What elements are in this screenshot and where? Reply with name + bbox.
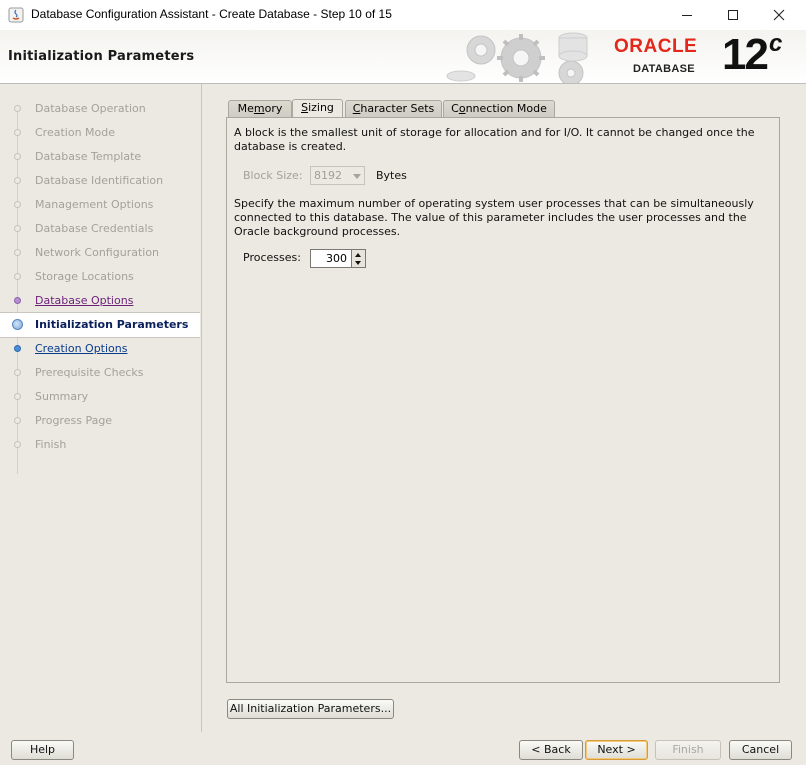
step-indicator-icon — [14, 153, 21, 160]
block-size-select[interactable]: 8192 — [310, 166, 365, 185]
spin-up-icon[interactable] — [355, 253, 361, 257]
step-indicator-icon — [12, 319, 23, 330]
title-bar: Database Configuration Assistant - Creat… — [0, 0, 806, 30]
block-size-unit: Bytes — [376, 169, 407, 182]
sidebar-step-management-options: Management Options — [0, 193, 200, 217]
sidebar-step-database-options[interactable]: Database Options — [0, 289, 200, 313]
block-size-value: 8192 — [314, 169, 342, 182]
tab-memory[interactable]: Memory — [228, 100, 292, 117]
gears-graphic — [446, 32, 588, 83]
step-label: Database Options — [35, 294, 134, 307]
maximize-button[interactable] — [710, 0, 756, 30]
step-indicator-icon — [14, 105, 21, 112]
step-indicator-icon — [14, 369, 21, 376]
step-indicator-icon — [14, 273, 21, 280]
step-label: Database Template — [35, 150, 142, 163]
step-label: Management Options — [35, 198, 154, 211]
step-label: Finish — [35, 438, 67, 451]
close-button[interactable] — [756, 0, 802, 30]
step-label: Creation Mode — [35, 126, 116, 139]
back-button[interactable]: < Back — [519, 740, 583, 760]
next-button[interactable]: Next > — [585, 740, 648, 760]
oracle-wordmark: ORACLE — [614, 36, 698, 57]
sidebar-step-creation-options[interactable]: Creation Options — [0, 337, 200, 361]
processes-description: Specify the maximum number of operating … — [234, 197, 754, 238]
version-suffix: c — [768, 30, 782, 58]
tab-connection-mode[interactable]: Connection Mode — [443, 100, 555, 117]
sidebar-step-prerequisite-checks: Prerequisite Checks — [0, 361, 200, 385]
finish-button: Finish — [655, 740, 721, 760]
spin-down-icon[interactable] — [355, 261, 361, 265]
step-label: Progress Page — [35, 414, 113, 427]
version-number: 12 — [722, 30, 769, 79]
sidebar-step-database-operation: Database Operation — [0, 97, 200, 121]
processes-stepper[interactable]: 300 — [310, 249, 366, 268]
step-label: Summary — [35, 390, 89, 403]
chevron-down-icon — [353, 174, 361, 179]
sidebar-step-database-credentials: Database Credentials — [0, 217, 200, 241]
step-indicator-icon — [14, 129, 21, 136]
database-label: DATABASE — [633, 63, 695, 75]
maximize-icon — [728, 10, 738, 20]
step-indicator-icon — [14, 417, 21, 424]
processes-spinner[interactable] — [352, 249, 366, 268]
sidebar-step-initialization-parameters: Initialization Parameters — [0, 312, 200, 338]
sidebar-step-database-identification: Database Identification — [0, 169, 200, 193]
step-indicator-icon — [14, 297, 21, 304]
sidebar-step-storage-locations: Storage Locations — [0, 265, 200, 289]
step-indicator-icon — [14, 441, 21, 448]
tab-character-sets[interactable]: Character Sets — [345, 100, 442, 117]
block-size-description: A block is the smallest unit of storage … — [234, 126, 755, 153]
version-label: 12c — [722, 30, 782, 80]
processes-label: Processes: — [243, 251, 301, 264]
step-label: Database Credentials — [35, 222, 154, 235]
step-indicator-icon — [14, 345, 21, 352]
cancel-button[interactable]: Cancel — [729, 740, 792, 760]
close-icon — [773, 9, 785, 21]
window-title: Database Configuration Assistant - Creat… — [31, 7, 392, 21]
sidebar-step-progress-page: Progress Page — [0, 409, 200, 433]
step-label: Creation Options — [35, 342, 128, 355]
processes-input[interactable]: 300 — [310, 249, 352, 268]
step-label: Storage Locations — [35, 270, 134, 283]
minimize-icon — [682, 15, 692, 16]
step-indicator-icon — [14, 177, 21, 184]
step-label: Prerequisite Checks — [35, 366, 144, 379]
sidebar-step-summary: Summary — [0, 385, 200, 409]
help-button[interactable]: Help — [11, 740, 74, 760]
page-title: Initialization Parameters — [8, 49, 195, 64]
oracle-logo: ORACLE DATABASE 12c — [614, 30, 804, 82]
minimize-button[interactable] — [664, 0, 710, 30]
step-indicator-icon — [14, 393, 21, 400]
block-size-label: Block Size: — [243, 169, 303, 182]
step-label: Database Operation — [35, 102, 146, 115]
tab-sizing[interactable]: Sizing — [292, 99, 343, 118]
all-initialization-parameters-button[interactable]: All Initialization Parameters... — [227, 699, 394, 719]
sidebar-step-network-configuration: Network Configuration — [0, 241, 200, 265]
java-app-icon — [8, 7, 24, 23]
sidebar-step-finish: Finish — [0, 433, 200, 457]
step-label: Initialization Parameters — [35, 318, 189, 331]
step-indicator-icon — [14, 201, 21, 208]
steps-sidebar: Database Operation Creation Mode Database … — [0, 84, 202, 732]
step-label: Database Identification — [35, 174, 164, 187]
step-label: Network Configuration — [35, 246, 160, 259]
sidebar-step-database-template: Database Template — [0, 145, 200, 169]
sidebar-step-creation-mode: Creation Mode — [0, 121, 200, 145]
step-indicator-icon — [14, 225, 21, 232]
step-indicator-icon — [14, 249, 21, 256]
